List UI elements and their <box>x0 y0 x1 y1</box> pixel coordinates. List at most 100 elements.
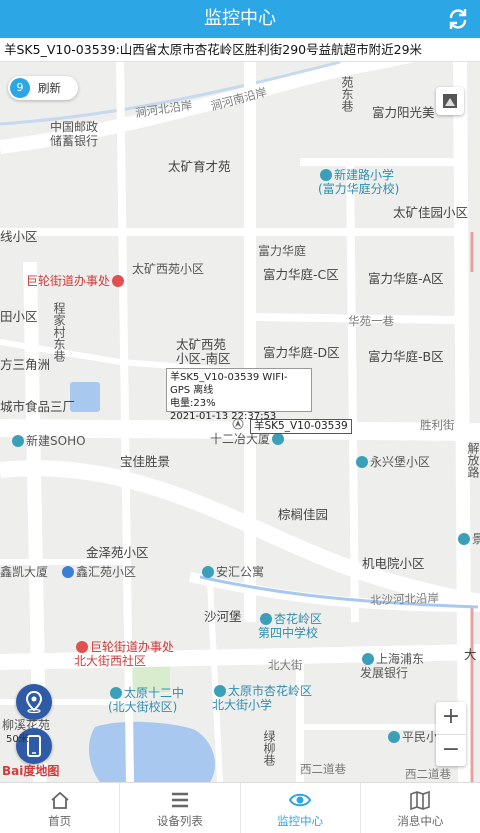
government-icon <box>76 641 88 653</box>
shop-icon <box>62 566 74 578</box>
tab-label: 设备列表 <box>156 814 203 828</box>
poi-text: 巨轮街道办事处 北大街西社区 <box>74 640 175 668</box>
poi-label: 太矿西苑 小区-南区 <box>176 337 231 366</box>
poi-label: 十二冶大厦 <box>210 432 286 446</box>
tab-label: 监控中心 <box>277 814 324 828</box>
poi-icon <box>458 533 470 545</box>
poi-label: 田小区 <box>0 309 38 324</box>
eye-icon <box>289 793 312 807</box>
map-book-icon <box>410 790 431 811</box>
road-label: 西二道巷 <box>405 767 451 781</box>
list-icon <box>171 792 188 808</box>
poi-label: 方三角洲 <box>0 357 51 372</box>
location-pin-icon <box>25 690 43 714</box>
map-attribution: Bai度地图 <box>2 764 60 778</box>
poi-label: 城市食品三厂 <box>0 399 76 414</box>
building-icon <box>272 433 285 445</box>
map-view[interactable]: 涧河北沿岸 涧河南沿岸 中国邮政 储蓄银行 富力阳光美 苑东巷 太矿育才苑 新建… <box>0 62 480 782</box>
poi-label: 巨轮街道办事处 <box>26 274 126 288</box>
poi-label: 太原十二中 (北大街校区) <box>108 686 184 714</box>
poi-label: 富力华庭 <box>258 244 307 258</box>
poi-label: 太原市杏花岭区 北大街小学 <box>212 684 312 712</box>
zoom-in-button[interactable]: + <box>436 702 466 734</box>
poi-text: 安汇公寓 <box>216 565 265 579</box>
tab-monitor-center[interactable]: 监控中心 <box>239 783 360 833</box>
road-label: 华苑一巷 <box>348 314 394 328</box>
poi-label: 沙河堡 <box>204 609 242 624</box>
refresh-icon[interactable] <box>444 5 472 33</box>
refresh-countdown-button[interactable]: 9 刷新 <box>8 76 78 100</box>
poi-label: 太矿西苑小区 <box>132 262 205 276</box>
poi-label: 太矿佳园小区 <box>393 205 469 220</box>
poi-label: 机电院小区 <box>362 556 425 571</box>
poi-label: 线小区 <box>0 229 38 244</box>
poi-label: 鑫凯大厦 <box>0 565 49 579</box>
poi-label: 富力华庭-B区 <box>368 349 444 364</box>
refresh-label: 刷新 <box>38 81 61 95</box>
header: 监控中心 <box>0 0 480 38</box>
poi-label: 中国邮政 储蓄银行 <box>50 120 99 148</box>
poi-label: 大 <box>464 647 477 662</box>
tab-label: 消息中心 <box>397 814 444 828</box>
device-marker-icon[interactable] <box>232 418 244 432</box>
tab-message-center[interactable]: 消息中心 <box>359 783 480 833</box>
poi-label: 富力华庭-A区 <box>368 271 444 286</box>
poi-label: 杏花岭区 第四中学校 <box>258 612 322 640</box>
government-icon <box>112 275 125 287</box>
poi-text: 十二冶大厦 <box>210 432 271 446</box>
poi-label: 新建路小学 (富力华庭分校) <box>318 168 399 196</box>
poi-label: 棕榈佳园 <box>278 507 329 522</box>
refresh-countdown: 9 <box>10 78 30 98</box>
zoom-control: + − <box>436 702 466 766</box>
road-label: 北大街 <box>268 658 303 672</box>
poi-label: 安汇公寓 <box>200 565 264 579</box>
poi-text: 景 <box>472 532 480 546</box>
poi-label: 富力华庭-D区 <box>263 345 340 360</box>
map-scale: 50米 <box>6 734 29 745</box>
device-address: 羊SK5_V10-03539:山西省太原市杏花岭区胜利街290号益航超市附近29… <box>0 38 480 62</box>
device-status: 羊SK5_V10-03539 WIFI-GPS 离线 <box>170 372 288 396</box>
device-label[interactable]: 羊SK5_V10-03539 <box>250 419 352 434</box>
poi-label: 金泽苑小区 <box>86 545 149 560</box>
tab-label: 首页 <box>48 814 72 828</box>
device-info-popup: 羊SK5_V10-03539 WIFI-GPS 离线 电量:23% 2021-0… <box>166 368 312 422</box>
poi-label: 富力华庭-C区 <box>263 267 339 282</box>
home-icon <box>51 791 69 809</box>
tab-home[interactable]: 首页 <box>0 783 119 833</box>
device-battery: 电量:23% <box>170 398 216 409</box>
school-icon <box>320 169 332 181</box>
school-icon <box>110 687 122 699</box>
lake <box>88 721 215 782</box>
tab-device-list[interactable]: 设备列表 <box>119 783 239 833</box>
poi-label: 景 <box>456 532 480 546</box>
location-pin-button[interactable] <box>16 684 52 720</box>
building-icon <box>12 435 24 447</box>
residential-icon <box>202 566 214 578</box>
poi-label: 新建SOHO <box>10 434 86 448</box>
school-icon <box>214 685 226 697</box>
zoom-out-button[interactable]: − <box>436 734 466 766</box>
road-label: 西二道巷 <box>300 762 346 776</box>
map-layer-icon[interactable] <box>436 87 464 115</box>
poi-label: 巨轮街道办事处 北大街西社区 <box>74 640 174 668</box>
residential-icon <box>388 731 400 743</box>
poi-label: 富力阳光美 <box>372 105 435 120</box>
poi-label: 鑫汇苑小区 <box>60 565 136 579</box>
road-label: 苑东巷 <box>340 76 354 112</box>
poi-text: 永兴堡小区 <box>370 455 431 469</box>
road-label: 北沙河北沿岸 <box>369 590 440 608</box>
poi-text: 鑫汇苑小区 <box>76 565 137 579</box>
poi-label: 太矿育才苑 <box>168 159 231 174</box>
road-label: 胜利街 <box>420 418 455 432</box>
poi-label: 宝佳胜景 <box>120 454 171 469</box>
page-title: 监控中心 <box>204 8 276 29</box>
bank-icon <box>362 653 374 665</box>
road-label: 解放路 <box>466 442 480 478</box>
poi-text: 巨轮街道办事处 <box>26 274 111 288</box>
road-label: 绿柳巷 <box>262 730 276 766</box>
bottom-tab-bar: 首页 设备列表 监控中心 消息中心 <box>0 782 480 833</box>
residential-icon <box>356 456 368 468</box>
road-label: 程家村东巷 <box>52 302 66 362</box>
poi-text: 新建SOHO <box>26 434 86 448</box>
school-icon <box>260 613 272 625</box>
